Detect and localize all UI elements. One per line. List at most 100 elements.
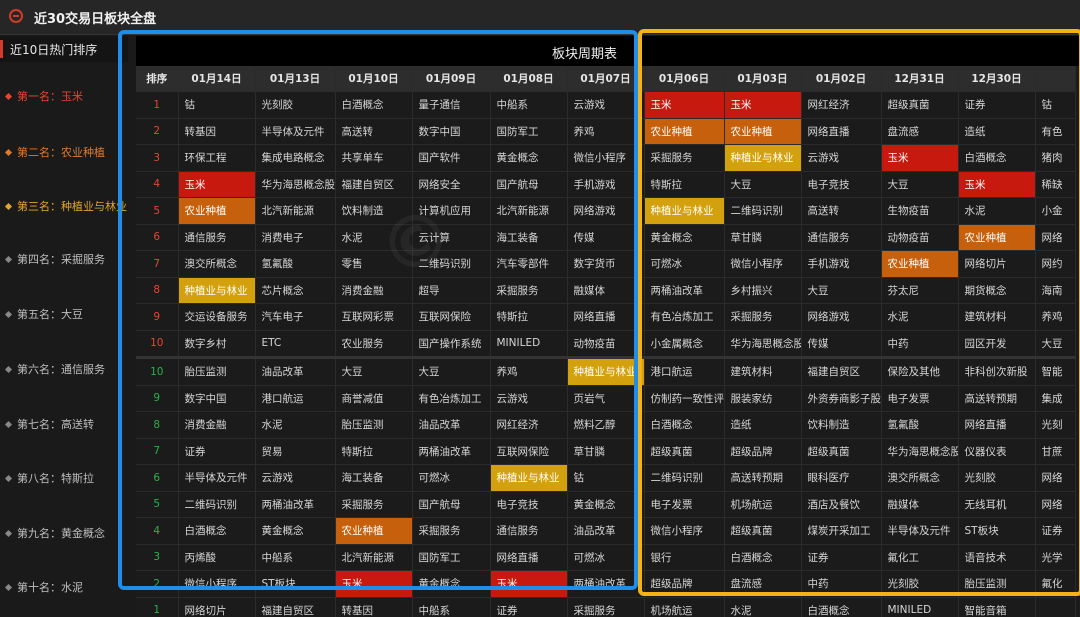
sector-cell[interactable]: 证券 <box>490 597 568 617</box>
sector-cell[interactable]: 交运设备服务 <box>178 303 256 331</box>
sector-cell[interactable]: 中船系 <box>255 544 336 571</box>
highlighted-sector-cell[interactable]: 种植业与林业 <box>724 144 802 172</box>
date-column-header[interactable]: 01月03日 <box>724 66 802 92</box>
sector-cell[interactable]: 黄金概念 <box>412 570 491 598</box>
sector-cell[interactable]: 国防军工 <box>412 544 491 571</box>
sector-cell[interactable]: 动物疫苗 <box>881 224 959 251</box>
sector-cell[interactable]: 网络直播 <box>567 303 645 331</box>
sector-cell[interactable]: 量子通信 <box>412 91 491 119</box>
sector-cell[interactable]: 动物疫苗 <box>567 330 645 358</box>
sector-cell[interactable]: 语音技术 <box>958 544 1036 571</box>
sector-cell[interactable]: 猪肉 <box>1035 144 1076 172</box>
sector-cell[interactable]: 互联网保险 <box>490 438 568 465</box>
sector-cell[interactable]: 可燃冰 <box>644 250 725 278</box>
sidebar-rank-item[interactable]: 第五名：大豆 <box>4 306 83 322</box>
sector-cell[interactable]: 有色 <box>1035 118 1076 145</box>
sector-cell[interactable]: 华为海思概念股 <box>724 330 802 358</box>
sector-cell[interactable]: 云游戏 <box>490 385 568 412</box>
sector-cell[interactable]: 煤炭开采加工 <box>801 517 882 545</box>
date-column-header[interactable]: 12月30日 <box>958 66 1036 92</box>
sector-cell[interactable]: 网红经济 <box>490 411 568 439</box>
sidebar-rank-item[interactable]: 第三名：种植业与林业 <box>4 198 127 214</box>
sector-cell[interactable]: 养鸡 <box>567 118 645 145</box>
sector-cell[interactable]: 网络 <box>1035 224 1076 251</box>
sector-cell[interactable]: 二维码识别 <box>724 197 802 225</box>
sector-cell[interactable]: 特斯拉 <box>644 171 725 198</box>
sector-cell[interactable]: 黄金概念 <box>255 517 336 545</box>
sector-cell[interactable]: 稀缺 <box>1035 171 1076 198</box>
sidebar-rank-item[interactable]: 第八名：特斯拉 <box>4 470 94 486</box>
sector-cell[interactable]: 水泥 <box>958 197 1036 225</box>
sector-cell[interactable]: 手机游戏 <box>567 171 645 198</box>
sector-cell[interactable]: 中药 <box>881 330 959 358</box>
sector-cell[interactable]: 电子发票 <box>881 385 959 412</box>
sector-cell[interactable]: 钴 <box>1035 91 1076 119</box>
sector-cell[interactable]: 光刻胶 <box>881 570 959 598</box>
sector-cell[interactable]: 福建自贸区 <box>801 356 882 386</box>
sector-cell[interactable]: 集成 <box>1035 385 1076 412</box>
date-column-header[interactable]: 01月08日 <box>490 66 568 92</box>
sector-cell[interactable]: 可燃冰 <box>567 544 645 571</box>
sector-cell[interactable]: 网红经济 <box>801 91 882 119</box>
sector-cell[interactable]: 草甘膦 <box>567 438 645 465</box>
sector-cell[interactable]: 大豆 <box>335 356 413 386</box>
sector-cell[interactable]: 酒店及餐饮 <box>801 491 882 518</box>
sector-cell[interactable]: 共享单车 <box>335 144 413 172</box>
sector-cell[interactable]: 超级真菌 <box>724 517 802 545</box>
sector-cell[interactable]: 华为海思概念股 <box>255 171 336 198</box>
sector-cell[interactable]: 计算机应用 <box>412 197 491 225</box>
sector-cell[interactable]: 饮料制造 <box>335 197 413 225</box>
sector-cell[interactable]: 智能音箱 <box>958 597 1036 617</box>
sector-cell[interactable]: 氢氟酸 <box>881 411 959 439</box>
sector-cell[interactable]: 网络切片 <box>178 597 256 617</box>
sector-cell[interactable]: 贸易 <box>255 438 336 465</box>
date-column-header[interactable] <box>1035 66 1076 92</box>
sector-cell[interactable]: 黄金概念 <box>490 144 568 172</box>
sector-cell[interactable]: 消费电子 <box>255 224 336 251</box>
sector-cell[interactable]: 超级真菌 <box>881 91 959 119</box>
sector-cell[interactable]: 燃料乙醇 <box>567 411 645 439</box>
sector-cell[interactable]: 白酒概念 <box>178 517 256 545</box>
sector-cell[interactable]: 网约 <box>1035 250 1076 278</box>
sector-cell[interactable]: 机场航运 <box>644 597 725 617</box>
sector-cell[interactable]: 采掘服务 <box>335 491 413 518</box>
sector-cell[interactable]: MINILED <box>881 597 959 617</box>
highlighted-sector-cell[interactable]: 玉米 <box>335 570 413 598</box>
sector-cell[interactable]: 胎压监测 <box>958 570 1036 598</box>
sector-cell[interactable]: 钴 <box>178 91 256 119</box>
sector-cell[interactable]: 数字乡村 <box>178 330 256 358</box>
sector-cell[interactable]: 国产软件 <box>412 144 491 172</box>
sector-cell[interactable]: 水泥 <box>335 224 413 251</box>
sector-cell[interactable]: 超级真菌 <box>801 438 882 465</box>
sector-cell[interactable]: 胎压监测 <box>335 411 413 439</box>
sector-cell[interactable]: 证券 <box>801 544 882 571</box>
sector-cell[interactable]: 生物疫苗 <box>881 197 959 225</box>
sector-cell[interactable]: 大豆 <box>1035 330 1076 358</box>
highlighted-sector-cell[interactable]: 农业种植 <box>178 197 256 225</box>
sector-cell[interactable]: 光刻胶 <box>255 91 336 119</box>
sector-cell[interactable]: 融媒体 <box>881 491 959 518</box>
sector-cell[interactable]: 网络 <box>1035 464 1076 492</box>
sector-cell[interactable]: 智能 <box>1035 356 1076 386</box>
sector-cell[interactable]: 有色冶炼加工 <box>644 303 725 331</box>
date-column-header[interactable]: 01月14日 <box>178 66 256 92</box>
sector-cell[interactable]: 海南 <box>1035 277 1076 304</box>
highlighted-sector-cell[interactable]: 玉米 <box>490 570 568 598</box>
sector-cell[interactable]: 白酒概念 <box>724 544 802 571</box>
rank-column-header[interactable]: 排序 <box>136 66 179 92</box>
sector-cell[interactable]: 光刻胶 <box>958 464 1036 492</box>
sector-cell[interactable]: 北汽新能源 <box>255 197 336 225</box>
sector-cell[interactable]: 海工装备 <box>490 224 568 251</box>
sector-cell[interactable]: 二维码识别 <box>644 464 725 492</box>
sector-cell[interactable]: 半导体及元件 <box>178 464 256 492</box>
sector-cell[interactable]: 光学 <box>1035 544 1076 571</box>
sector-cell[interactable]: 采掘服务 <box>567 597 645 617</box>
sector-cell[interactable]: 氢氟酸 <box>255 250 336 278</box>
highlighted-sector-cell[interactable]: 玉米 <box>881 144 959 172</box>
sector-cell[interactable]: 农业服务 <box>335 330 413 358</box>
sector-cell[interactable]: 盘流感 <box>724 570 802 598</box>
sector-cell[interactable]: 机场航运 <box>724 491 802 518</box>
sector-cell[interactable]: 数字货币 <box>567 250 645 278</box>
sector-cell[interactable]: 采掘服务 <box>724 303 802 331</box>
sector-cell[interactable]: 环保工程 <box>178 144 256 172</box>
